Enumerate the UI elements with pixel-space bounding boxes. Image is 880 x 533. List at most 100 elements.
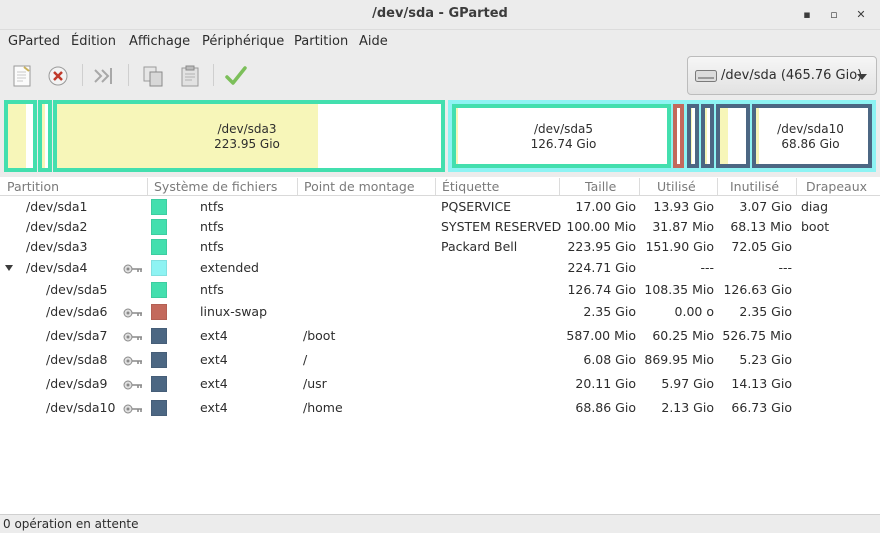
cell-used: 5.97 Gio <box>661 376 714 391</box>
menu-partition[interactable]: Partition <box>294 34 348 49</box>
used-bar <box>756 108 759 164</box>
used-bar <box>456 108 458 164</box>
cell-used: 13.93 Gio <box>653 199 714 214</box>
map-sda10-label: /dev/sda10 68.86 Gio <box>777 122 844 151</box>
cell-used: 0.00 o <box>674 304 714 319</box>
cell-used: 31.87 Mio <box>652 219 714 234</box>
cell-used: 108.35 Mio <box>644 282 714 297</box>
resize-icon[interactable] <box>91 63 117 89</box>
used-bar <box>705 108 707 164</box>
expander-icon[interactable] <box>5 265 13 271</box>
minimize-button[interactable]: ▪ <box>799 7 815 23</box>
maximize-button[interactable]: ▫ <box>826 7 842 23</box>
col-partition[interactable]: Partition <box>7 179 59 194</box>
map-sda10[interactable]: /dev/sda10 68.86 Gio <box>752 104 872 168</box>
delete-icon[interactable] <box>45 63 71 89</box>
col-filesystem[interactable]: Système de fichiers <box>154 179 277 194</box>
cell-unused: 526.75 Mio <box>722 328 792 343</box>
menu-gparted[interactable]: GParted <box>8 34 60 49</box>
filesystem-color-swatch <box>151 282 167 298</box>
device-selector[interactable]: /dev/sda (465.76 Gio) <box>687 56 877 95</box>
cell-filesystem: ntfs <box>200 239 224 254</box>
table-row[interactable]: /dev/sda3 ntfs Packard Bell 223.95 Gio 151.9… <box>0 237 880 257</box>
cell-label: Packard Bell <box>441 239 518 254</box>
cell-size: 223.95 Gio <box>567 239 636 254</box>
cell-mountpoint: /boot <box>303 328 336 343</box>
table-row[interactable]: /dev/sda5 ntfs 126.74 Gio 108.35 Mio 126.63 … <box>0 280 880 300</box>
filesystem-color-swatch <box>151 352 167 368</box>
apply-icon[interactable] <box>223 63 249 89</box>
paste-icon[interactable] <box>177 63 203 89</box>
menu-affichage[interactable]: Affichage <box>129 34 190 49</box>
col-size[interactable]: Taille <box>585 179 616 194</box>
cell-filesystem: ext4 <box>200 352 228 367</box>
map-sda9[interactable] <box>716 104 750 168</box>
cell-flags: diag <box>801 199 829 214</box>
cell-unused: 68.13 Mio <box>730 219 792 234</box>
key-icon <box>123 331 143 342</box>
key-icon <box>123 379 143 390</box>
toolbar-separator <box>213 64 214 86</box>
status-bar: 0 opération en attente <box>0 514 880 533</box>
close-button[interactable]: ✕ <box>853 7 869 23</box>
cell-label: PQSERVICE <box>441 199 512 214</box>
cell-size: 587.00 Mio <box>566 328 636 343</box>
column-divider <box>559 178 560 195</box>
menu-edition[interactable]: Édition <box>71 34 116 49</box>
column-divider <box>297 178 298 195</box>
col-mountpoint[interactable]: Point de montage <box>304 179 415 194</box>
map-sda8[interactable] <box>701 104 714 168</box>
col-label[interactable]: Étiquette <box>442 179 499 194</box>
map-sda6[interactable] <box>673 104 684 168</box>
table-row[interactable]: /dev/sda1 ntfs PQSERVICE 17.00 Gio 13.93 Gio… <box>0 197 880 217</box>
column-divider <box>717 178 718 195</box>
table-header: Partition Système de fichiers Point de m… <box>0 177 880 196</box>
table-row[interactable]: /dev/sda6 linux-swap 2.35 Gio 0.00 o 2.35 Gi… <box>0 302 880 322</box>
filesystem-color-swatch <box>151 199 167 215</box>
map-sda5[interactable]: /dev/sda5 126.74 Gio <box>452 104 671 168</box>
menu-peripherique[interactable]: Périphérique <box>202 34 284 49</box>
cell-used: --- <box>700 260 714 275</box>
filesystem-color-swatch <box>151 400 167 416</box>
map-sda7[interactable] <box>687 104 699 168</box>
toolbar-separator <box>128 64 129 86</box>
cell-size: 2.35 Gio <box>583 304 636 319</box>
column-divider <box>147 178 148 195</box>
cell-label: SYSTEM RESERVED <box>441 219 562 234</box>
col-used[interactable]: Utilisé <box>657 179 696 194</box>
table-row[interactable]: /dev/sda4 extended 224.71 Gio --- --- <box>0 258 880 278</box>
cell-unused: 2.35 Gio <box>739 304 792 319</box>
table-row[interactable]: /dev/sda10 ext4/home 68.86 Gio 2.13 Gio 66.7… <box>0 398 880 418</box>
copy-icon[interactable] <box>140 63 166 89</box>
map-sda2[interactable] <box>38 100 52 172</box>
cell-filesystem: linux-swap <box>200 304 268 319</box>
toolbar-separator <box>82 64 83 86</box>
col-flags[interactable]: Drapeaux <box>806 179 867 194</box>
key-icon <box>123 403 143 414</box>
new-icon[interactable] <box>10 63 36 89</box>
cell-used: 60.25 Mio <box>652 328 714 343</box>
key-icon <box>123 307 143 318</box>
cell-partition: /dev/sda5 <box>46 282 108 297</box>
table-row[interactable]: /dev/sda9 ext4/usr 20.11 Gio 5.97 Gio 14.13 … <box>0 374 880 394</box>
device-selector-label: /dev/sda (465.76 Gio) <box>721 68 863 83</box>
cell-partition: /dev/sda6 <box>46 304 108 319</box>
harddisk-icon <box>695 70 717 82</box>
map-sda1[interactable] <box>4 100 37 172</box>
cell-mountpoint: /usr <box>303 376 327 391</box>
table-row[interactable]: /dev/sda2 ntfs SYSTEM RESERVED 100.00 Mio 31… <box>0 217 880 237</box>
used-bar <box>42 104 45 168</box>
map-sda3-label: /dev/sda3 223.95 Gio <box>214 122 280 151</box>
cell-filesystem: ntfs <box>200 199 224 214</box>
cell-filesystem: extended <box>200 260 259 275</box>
col-unused[interactable]: Inutilisé <box>730 179 779 194</box>
table-row[interactable]: /dev/sda8 ext4 / 6.08 Gio 869.95 Mio 5.23 Gio <box>0 350 880 370</box>
cell-flags: boot <box>801 219 830 234</box>
cell-size: 20.11 Gio <box>575 376 636 391</box>
filesystem-color-swatch <box>151 219 167 235</box>
table-row[interactable]: /dev/sda7 ext4/boot 587.00 Mio 60.25 Mio 526… <box>0 326 880 346</box>
map-sda3[interactable]: /dev/sda3 223.95 Gio <box>53 100 445 172</box>
menu-aide[interactable]: Aide <box>359 34 388 49</box>
cell-partition: /dev/sda10 <box>46 400 116 415</box>
cell-size: 100.00 Mio <box>566 219 636 234</box>
